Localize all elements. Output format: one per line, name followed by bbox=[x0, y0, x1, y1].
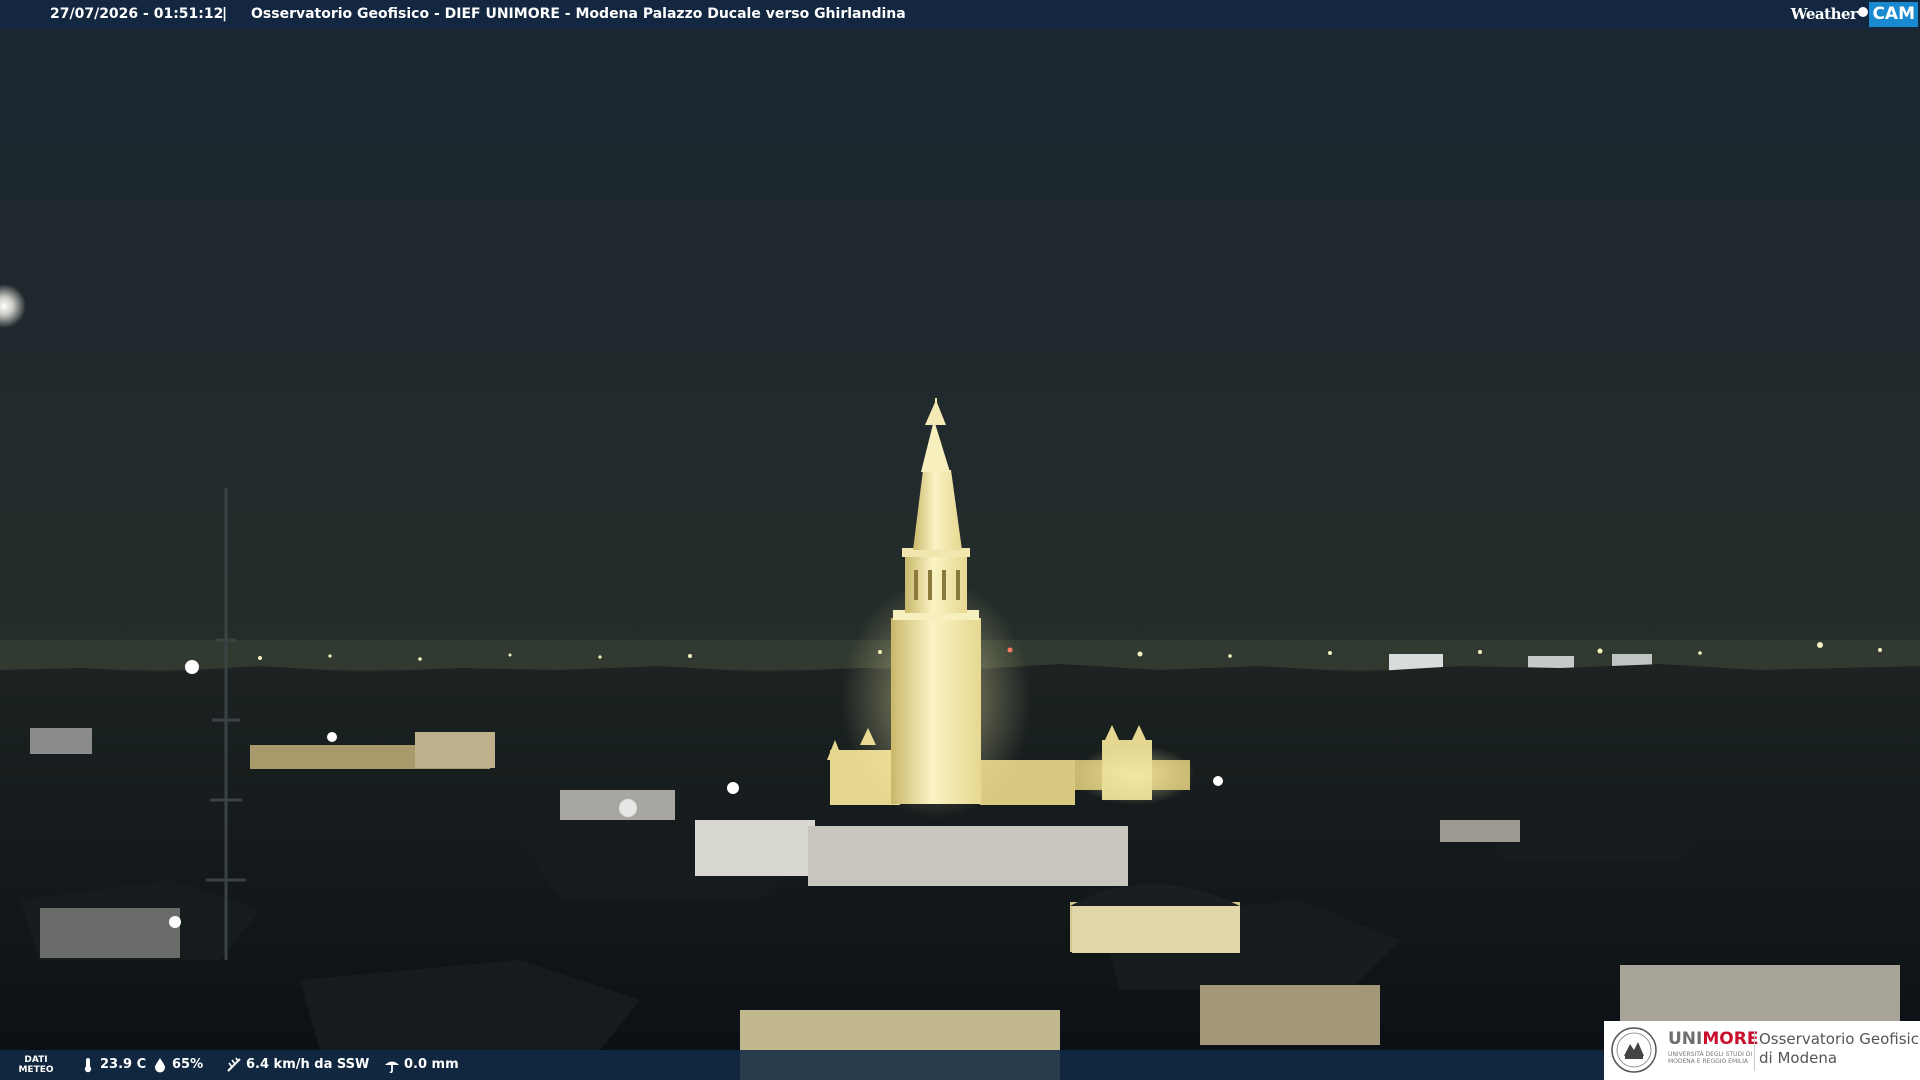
temperature-value: 23.9 C bbox=[100, 1057, 147, 1072]
humidity-reading: 65% bbox=[152, 1050, 203, 1080]
brand-weather-text: Weather bbox=[1790, 5, 1858, 23]
unimore-subtitle: UNIVERSITÀ DEGLI STUDI DI MODENA E REGGI… bbox=[1668, 1051, 1753, 1065]
street-light bbox=[727, 782, 739, 794]
brand-dot-icon bbox=[1858, 6, 1869, 17]
rain-gauge-icon bbox=[384, 1057, 400, 1073]
timestamp: 27/07/2026 - 01:51:12 bbox=[50, 6, 224, 22]
unimore-wordmark: UNIMORE bbox=[1668, 1029, 1759, 1049]
street-light bbox=[327, 732, 337, 742]
unimore-observatory-logo: UNIMORE UNIVERSITÀ DEGLI STUDI DI MODENA… bbox=[1604, 1021, 1920, 1080]
wind-value: 6.4 km/h da SSW bbox=[246, 1057, 370, 1072]
logo-divider bbox=[1754, 1031, 1755, 1071]
university-seal-icon bbox=[1611, 1027, 1657, 1073]
thermometer-icon bbox=[80, 1057, 96, 1073]
temperature-reading: 23.9 C bbox=[80, 1050, 146, 1080]
rain-value: 0.0 mm bbox=[404, 1057, 459, 1072]
webcam-view: 27/07/2026 - 01:51:12 | Osservatorio Geo… bbox=[0, 0, 1920, 1080]
dati-meteo-label: DATI METEO bbox=[18, 1055, 54, 1075]
cathedral-glow bbox=[1075, 745, 1195, 805]
wind-icon bbox=[226, 1057, 242, 1073]
camera-title: Osservatorio Geofisico - DIEF UNIMORE - … bbox=[251, 6, 906, 22]
street-light bbox=[1213, 776, 1223, 786]
street-light bbox=[185, 660, 199, 674]
street-light bbox=[169, 916, 181, 928]
street-light bbox=[619, 799, 637, 817]
rain-reading: 0.0 mm bbox=[384, 1050, 459, 1080]
wind-reading: 6.4 km/h da SSW bbox=[226, 1050, 369, 1080]
humidity-drop-icon bbox=[152, 1057, 168, 1073]
humidity-value: 65% bbox=[172, 1057, 204, 1072]
title-separator: | bbox=[222, 6, 228, 22]
weathercam-logo: Weather CAM bbox=[1791, 2, 1918, 27]
weather-data-bar: DATI METEO 23.9 C 65% 6.4 km/h da SSW 0.… bbox=[0, 1050, 1604, 1080]
top-overlay-bar: 27/07/2026 - 01:51:12 | Osservatorio Geo… bbox=[0, 0, 1920, 29]
night-city-scene bbox=[0, 0, 1920, 1080]
dome-drum bbox=[1072, 905, 1240, 953]
observatory-name: Osservatorio Geofisico di Modena bbox=[1759, 1030, 1920, 1067]
brand-cam-text: CAM bbox=[1869, 2, 1918, 27]
